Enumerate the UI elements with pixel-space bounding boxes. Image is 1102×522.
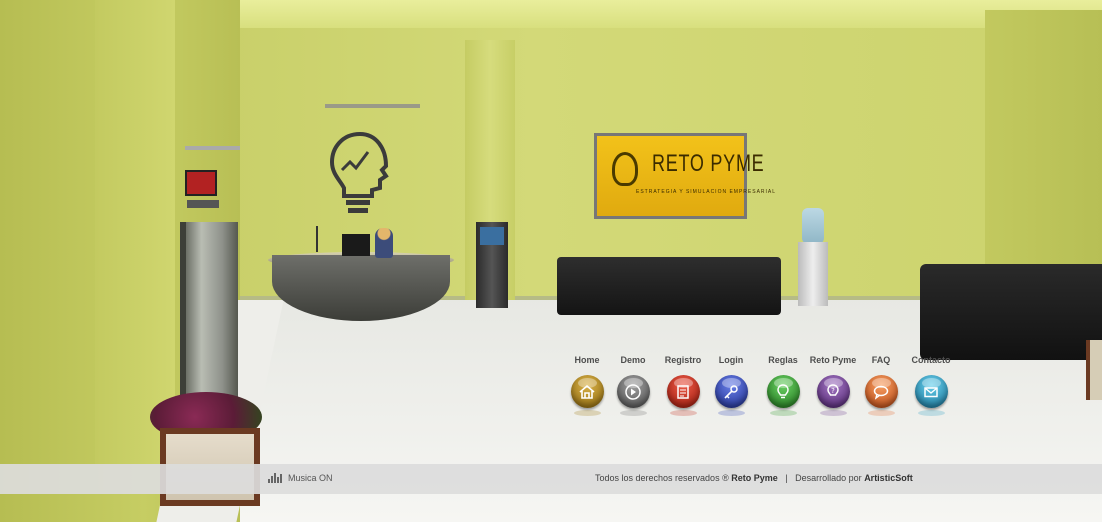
bulb-icon bbox=[767, 375, 800, 408]
login-button[interactable] bbox=[714, 375, 748, 408]
chat-icon bbox=[865, 375, 898, 408]
footer-bar bbox=[0, 464, 1102, 494]
nav-item-reto-pyme[interactable]: Reto Pyme ? bbox=[808, 354, 858, 424]
nav-item-faq[interactable]: FAQ bbox=[856, 354, 906, 424]
nav-label: Home bbox=[574, 355, 600, 365]
home-icon bbox=[571, 375, 604, 408]
key-icon bbox=[715, 375, 748, 408]
kiosk-screen bbox=[480, 227, 504, 245]
elevator-sign bbox=[185, 170, 217, 196]
ceiling bbox=[230, 0, 1102, 28]
nav-item-demo[interactable]: Demo bbox=[608, 354, 658, 424]
music-label: Musica ON bbox=[288, 473, 333, 483]
wall-lamp bbox=[325, 104, 420, 108]
nav-label: Reglas bbox=[768, 355, 798, 365]
elevator-door bbox=[180, 222, 238, 398]
reflection bbox=[573, 410, 601, 416]
sofa bbox=[557, 257, 781, 315]
tv-subtitle: ESTRATEGIA Y SIMULACION EMPRESARIAL bbox=[636, 189, 777, 195]
tv-title: RETO PYME bbox=[652, 150, 765, 177]
nav-item-reglas[interactable]: Reglas bbox=[758, 354, 808, 424]
nav-item-home[interactable]: Home bbox=[562, 354, 612, 424]
question-icon: ? bbox=[817, 375, 850, 408]
reflection bbox=[669, 410, 697, 416]
nav-label: Demo bbox=[620, 355, 646, 365]
nav-label: FAQ bbox=[871, 355, 891, 365]
nav-label: Reto Pyme bbox=[809, 355, 857, 365]
lobby-scene: RETO PYME ESTRATEGIA Y SIMULACION EMPRES… bbox=[0, 0, 1102, 522]
elevator-plate bbox=[187, 200, 219, 208]
music-toggle[interactable]: Musica ON bbox=[268, 473, 333, 483]
desk-lamp bbox=[316, 226, 330, 252]
reflection bbox=[619, 410, 647, 416]
registro-button[interactable] bbox=[666, 375, 700, 408]
sofa-right bbox=[920, 264, 1102, 360]
nav-label: Registro bbox=[664, 355, 702, 365]
demo-button[interactable] bbox=[616, 375, 650, 408]
water-cooler bbox=[798, 242, 828, 306]
equalizer-icon bbox=[268, 473, 282, 483]
form-icon bbox=[667, 375, 700, 408]
tv-bulb-icon bbox=[612, 152, 638, 186]
reflection bbox=[917, 410, 945, 416]
reflection bbox=[717, 410, 745, 416]
desk-monitor bbox=[342, 234, 370, 256]
faq-button[interactable] bbox=[864, 375, 898, 408]
reto-pyme-button[interactable]: ? bbox=[816, 375, 850, 408]
nav-item-registro[interactable]: Registro bbox=[658, 354, 708, 424]
contacto-button[interactable] bbox=[914, 375, 948, 408]
reglas-button[interactable] bbox=[766, 375, 800, 408]
nav-item-contacto[interactable]: Contacto bbox=[906, 354, 956, 424]
home-button[interactable] bbox=[570, 375, 604, 408]
water-jug bbox=[802, 208, 824, 244]
reflection bbox=[769, 410, 797, 416]
nav-item-login[interactable]: Login bbox=[706, 354, 756, 424]
nav-label: Contacto bbox=[911, 355, 951, 365]
lightbulb-logo-icon bbox=[329, 131, 389, 213]
reflection bbox=[819, 410, 847, 416]
nav-label: Login bbox=[718, 355, 744, 365]
receptionist bbox=[375, 228, 393, 258]
main-nav: Home Demo Registro Login Reglas Reto Pym… bbox=[562, 354, 960, 424]
rights-text: Todos los derechos reservados ® bbox=[595, 473, 729, 483]
developed-text: Desarrollado por bbox=[795, 473, 862, 483]
developer-link[interactable]: ArtisticSoft bbox=[864, 473, 913, 483]
footer-separator: | bbox=[785, 473, 788, 483]
svg-text:?: ? bbox=[831, 387, 835, 395]
spotlight-bar bbox=[185, 146, 240, 150]
mail-icon bbox=[915, 375, 948, 408]
reflection bbox=[867, 410, 895, 416]
planter-right bbox=[1086, 340, 1102, 400]
brand-link[interactable]: Reto Pyme bbox=[731, 473, 778, 483]
copyright-text: Todos los derechos reservados ® Reto Pym… bbox=[595, 473, 913, 483]
play-icon bbox=[617, 375, 650, 408]
